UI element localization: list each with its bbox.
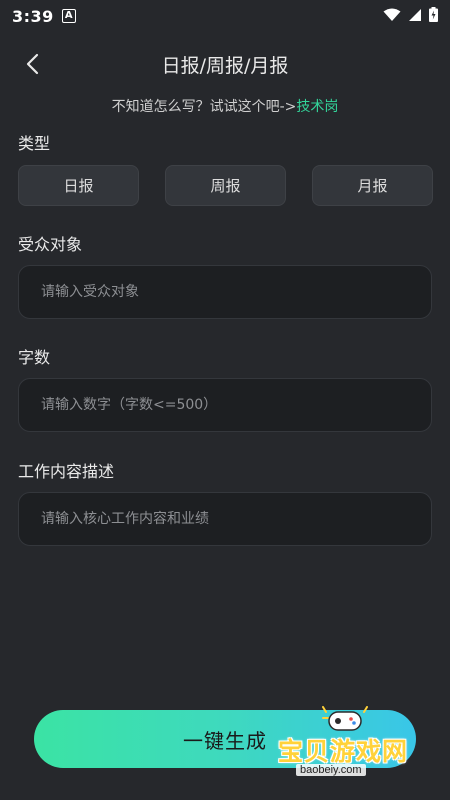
- word-count-label: 字数: [18, 348, 51, 367]
- signal-icon: [408, 7, 422, 26]
- type-label: 类型: [18, 134, 51, 153]
- type-option-weekly[interactable]: 周报: [165, 165, 286, 206]
- work-desc-label: 工作内容描述: [18, 462, 115, 481]
- audience-label: 受众对象: [18, 235, 83, 254]
- work-desc-input[interactable]: [19, 493, 431, 545]
- hint-text: 不知道怎么写？试试这个吧->技术岗: [0, 96, 450, 116]
- word-count-input[interactable]: [19, 379, 431, 431]
- page-title: 日报/周报/月报: [161, 54, 289, 77]
- word-count-field: [18, 378, 432, 432]
- hint-link-tech[interactable]: 技术岗: [296, 99, 338, 115]
- back-button[interactable]: [16, 48, 48, 80]
- notification-badge-icon: A: [61, 9, 76, 23]
- audience-field: [18, 265, 432, 319]
- hint-prefix: 不知道怎么写？试试这个吧->: [111, 99, 297, 115]
- status-time: 3:39: [12, 6, 54, 26]
- wifi-icon: [383, 7, 401, 26]
- audience-input[interactable]: [19, 266, 431, 318]
- generate-button[interactable]: 一键生成: [34, 710, 416, 768]
- work-desc-field: [18, 492, 432, 546]
- chevron-left-icon: [26, 53, 39, 75]
- status-bar: 3:39 A: [0, 0, 450, 32]
- battery-icon: [429, 6, 438, 26]
- status-icons: [383, 6, 438, 26]
- type-option-daily[interactable]: 日报: [18, 165, 139, 206]
- header: 日报/周报/月报: [0, 40, 450, 88]
- type-option-monthly[interactable]: 月报: [312, 165, 433, 206]
